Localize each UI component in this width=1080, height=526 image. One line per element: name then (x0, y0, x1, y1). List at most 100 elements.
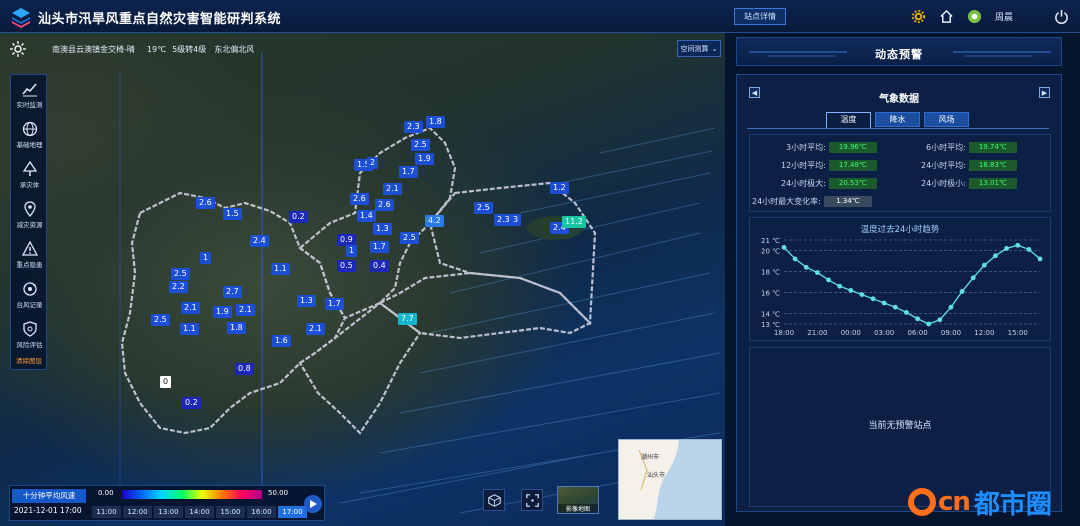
time-step-active[interactable]: 17:00 (278, 506, 307, 518)
sidebar-item-resources[interactable]: 减灾资源 (11, 195, 48, 235)
temperature-point (981, 262, 987, 268)
space-measure-dropdown[interactable]: 空间测算 ⌄ (677, 40, 721, 57)
station-marker[interactable]: 2.3 (404, 121, 423, 133)
clear-layers-button[interactable]: 清除图层 (13, 355, 45, 367)
x-tick-label: 15:00 (1008, 329, 1028, 337)
x-tick-label: 21:00 (807, 329, 827, 337)
station-marker[interactable]: 0 (160, 376, 172, 388)
station-marker[interactable]: 1.3 (297, 295, 316, 307)
station-marker[interactable]: 1.6 (272, 335, 291, 347)
station-marker[interactable]: 4.2 (425, 215, 444, 227)
x-tick-label: 09:00 (941, 329, 961, 337)
station-marker[interactable]: 11.2 (562, 216, 586, 228)
station-marker[interactable]: 2.6 (375, 199, 394, 211)
time-step[interactable]: 13:00 (154, 506, 183, 518)
station-marker[interactable]: 2.1 (181, 302, 200, 314)
station-marker[interactable]: 2.6 (350, 193, 369, 205)
station-marker[interactable]: 2.2 (169, 281, 188, 293)
temperature-point (915, 316, 920, 322)
station-marker[interactable]: 1.9 (213, 306, 232, 318)
minimap-canvas (619, 440, 721, 519)
layers-logo-icon (12, 8, 30, 28)
sidebar-item-realtime[interactable]: 实时监测 (11, 75, 48, 115)
station-marker[interactable]: 1.8 (426, 116, 445, 128)
station-marker[interactable]: 7.7 (398, 313, 417, 325)
time-step[interactable]: 11:00 (92, 506, 121, 518)
station-marker[interactable]: 2.5 (474, 202, 493, 214)
legend-min: 0.00 (98, 489, 114, 497)
station-marker[interactable]: 1.8 (227, 322, 246, 334)
sidebar-item-label: 实时监测 (16, 101, 43, 109)
temperature-point (1015, 242, 1021, 248)
temperature-point (859, 292, 865, 297)
station-detail-button[interactable]: 站点详情 (734, 8, 786, 25)
weather-wind-dir: 东北偏北风 (214, 44, 255, 54)
temperature-point (792, 256, 798, 262)
station-marker[interactable]: 1 (346, 245, 358, 257)
temperature-point (803, 264, 809, 270)
station-marker[interactable]: 0.4 (370, 260, 389, 272)
station-marker[interactable]: 1.3 (373, 223, 392, 235)
power-icon[interactable] (1053, 8, 1069, 24)
sidebar-item-hidden-danger[interactable]: 重点隐患 (11, 235, 48, 275)
station-marker[interactable]: 1.4 (357, 210, 376, 222)
stat-row: 24小时平均: 16.83℃ (921, 156, 1017, 174)
tab-wind[interactable]: 风场 (924, 112, 969, 127)
time-step[interactable]: 15:00 (216, 506, 245, 518)
temperature-point (1037, 256, 1043, 262)
station-marker[interactable]: 2.1 (306, 323, 325, 335)
time-step[interactable]: 14:00 (185, 506, 214, 518)
station-marker[interactable]: 0.2 (182, 397, 201, 409)
sidebar-item-typhoon[interactable]: 台风记录 (11, 275, 48, 315)
tab-temperature[interactable]: 温度 (826, 112, 871, 128)
home-icon[interactable] (938, 8, 954, 24)
time-step[interactable]: 12:00 (123, 506, 152, 518)
station-marker[interactable]: 2.4 (250, 235, 269, 247)
sidebar-item-risk[interactable]: 风险评估 (11, 315, 48, 355)
avatar[interactable] (966, 8, 982, 24)
sidebar-item-hazard-body[interactable]: 承灾体 (11, 155, 48, 195)
station-marker[interactable]: 2.5 (171, 268, 190, 280)
gear-icon[interactable] (910, 8, 926, 24)
station-marker[interactable]: 0.2 (289, 211, 308, 223)
station-marker[interactable]: 1.7 (325, 298, 344, 310)
station-marker[interactable]: 1.7 (370, 241, 389, 253)
station-marker[interactable]: 2 (367, 157, 379, 169)
sidebar-item-geo[interactable]: 基础地理 (11, 115, 48, 155)
temperature-point (826, 277, 831, 283)
station-marker[interactable]: 2.5 (400, 232, 419, 244)
station-marker[interactable]: 1.9 (415, 153, 434, 165)
user-name: 周晨 (995, 13, 1014, 23)
chevron-down-icon: ⌄ (711, 44, 718, 53)
station-marker[interactable]: 2.1 (236, 304, 255, 316)
station-marker[interactable]: 1.5 (223, 208, 242, 220)
station-marker[interactable]: 3 (510, 214, 522, 226)
x-tick-label: 00:00 (841, 329, 861, 337)
station-marker[interactable]: 1 (200, 252, 212, 264)
image-map-toggle[interactable]: 影像地图 (557, 486, 599, 514)
play-button[interactable] (304, 495, 322, 513)
station-marker[interactable]: 1.7 (399, 166, 418, 178)
station-marker[interactable]: 2.5 (151, 314, 170, 326)
station-marker[interactable]: 1.1 (180, 323, 199, 335)
station-marker[interactable]: 0.5 (337, 260, 356, 272)
station-marker[interactable]: 2.1 (383, 183, 402, 195)
cube-3d-button[interactable] (483, 489, 505, 511)
station-marker[interactable]: 2.7 (223, 286, 242, 298)
station-marker[interactable]: 1.1 (271, 263, 290, 275)
fullscreen-button[interactable] (521, 489, 543, 511)
tab-precipitation[interactable]: 降水 (875, 112, 920, 127)
station-marker[interactable]: 2.6 (196, 197, 215, 209)
temperature-series-line (783, 244, 1041, 325)
no-warning-text: 当前无预警站点 (868, 421, 932, 431)
time-step[interactable]: 16:00 (247, 506, 276, 518)
dynamic-warning-header: 动态预警 (736, 37, 1062, 66)
watermark-brand: cn (938, 487, 971, 517)
station-marker[interactable]: 2.5 (411, 139, 430, 151)
station-marker[interactable]: 0.8 (235, 363, 254, 375)
watermark-o-icon (908, 488, 936, 516)
minimap[interactable]: 潮州市 汕头市 (618, 439, 722, 520)
station-marker[interactable]: 1.2 (550, 182, 569, 194)
temperature-point (970, 275, 976, 281)
map-view[interactable]: 1.8 2.3 2.5 1.9 1.5 2 1.7 2.1 2.6 2.6 1.… (0, 33, 725, 526)
